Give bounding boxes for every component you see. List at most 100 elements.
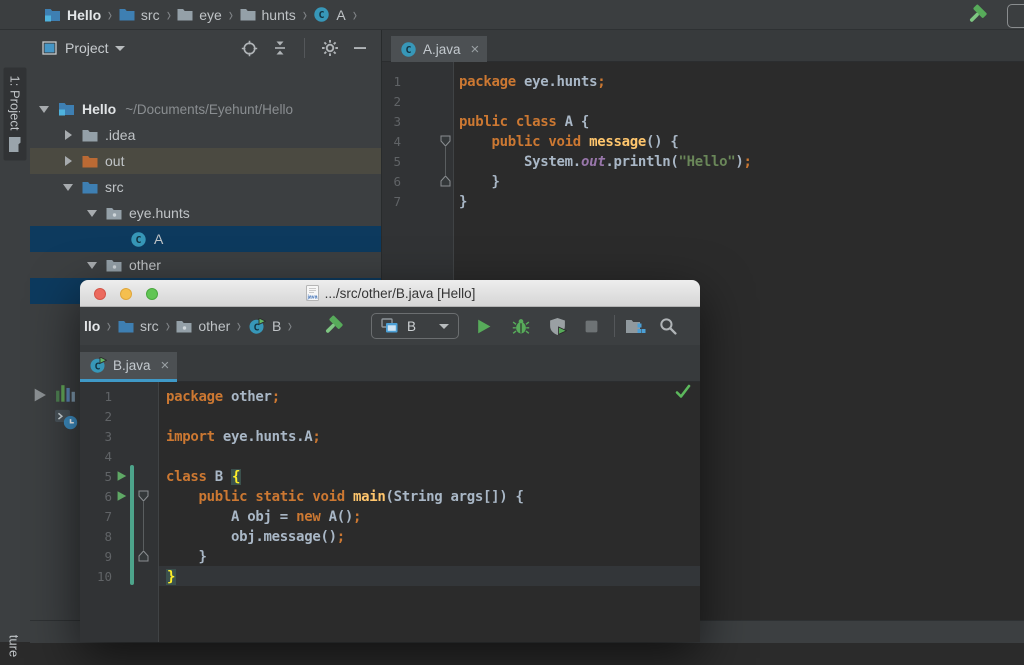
breadcrumb-item-eye[interactable]: eye: [177, 7, 222, 23]
code-line-9[interactable]: }: [166, 547, 207, 567]
fold-start-icon[interactable]: [440, 135, 451, 147]
line-number-2[interactable]: 2: [382, 94, 401, 109]
line-number-10[interactable]: 10: [80, 569, 112, 584]
build-hammer-icon[interactable]: [965, 3, 989, 27]
locate-icon[interactable]: [241, 40, 258, 57]
close-button[interactable]: [94, 288, 106, 300]
tree-row-out[interactable]: out: [30, 148, 381, 174]
project-panel-title[interactable]: Project: [65, 40, 109, 56]
profiler-bars-icon[interactable]: [55, 383, 77, 405]
editor-b-java[interactable]: 1 package other; 2 3 import eye.hunts.A; 4 5 cl…: [80, 382, 700, 642]
line-number-5[interactable]: 5: [80, 469, 112, 484]
run-gutter-icon[interactable]: [116, 490, 127, 502]
tree-row-eye-hunts[interactable]: eye.hunts: [30, 200, 381, 226]
tree-row-other[interactable]: other: [30, 252, 381, 278]
fold-end-icon[interactable]: [440, 175, 451, 187]
folder-blue-icon: [82, 181, 98, 194]
code-segment: public void: [492, 134, 581, 150]
hide-icon[interactable]: [353, 41, 367, 55]
settings-icon[interactable]: [321, 39, 339, 57]
fw-breadcrumb-item-src[interactable]: src: [118, 318, 159, 334]
code-segment: ;: [272, 389, 280, 405]
chevron-down-icon[interactable]: [115, 46, 125, 51]
tab-a-java[interactable]: C A.java ×: [391, 36, 487, 62]
stop-icon[interactable]: [584, 319, 599, 334]
breadcrumb-item-src[interactable]: src: [119, 7, 160, 23]
project-folder-icon: [58, 102, 75, 116]
tab-b-java[interactable]: C B.java ×: [80, 352, 177, 379]
code-segment: }: [459, 194, 467, 210]
collapse-arrow-icon[interactable]: [87, 262, 97, 269]
package-icon: [176, 320, 192, 333]
history-clock-icon[interactable]: [55, 407, 78, 430]
breadcrumb-label: src: [141, 7, 160, 23]
tool-window-button-project[interactable]: 1: Project: [4, 68, 27, 161]
tree-row-hello[interactable]: Hello~/Documents/Eyehunt/Hello: [30, 96, 381, 122]
expand-arrow-icon[interactable]: [65, 156, 72, 166]
code-line-8[interactable]: obj.message();: [166, 527, 345, 547]
fold-start-icon[interactable]: [138, 490, 149, 502]
fw-breadcrumb-item-llo[interactable]: llo: [84, 318, 100, 334]
line-number-8[interactable]: 8: [80, 529, 112, 544]
breadcrumb-item-hello[interactable]: Hello: [44, 7, 101, 23]
line-number-4[interactable]: 4: [382, 134, 401, 149]
zoom-button[interactable]: [146, 288, 158, 300]
tree-row--idea[interactable]: .idea: [30, 122, 381, 148]
line-number-3[interactable]: 3: [80, 429, 112, 444]
line-number-1[interactable]: 1: [80, 389, 112, 404]
line-number-3[interactable]: 3: [382, 114, 401, 129]
run-gutter-icon[interactable]: [116, 470, 127, 482]
code-line-5[interactable]: class B {: [166, 467, 241, 487]
code-line-3[interactable]: import eye.hunts.A;: [166, 427, 320, 447]
collapse-all-icon[interactable]: [272, 40, 288, 56]
collapse-arrow-icon[interactable]: [63, 184, 73, 191]
code-line-1[interactable]: package eye.hunts;: [459, 72, 605, 92]
fw-breadcrumb-item-other[interactable]: other: [176, 318, 230, 334]
tree-row-src[interactable]: src: [30, 174, 381, 200]
build-hammer-icon[interactable]: [321, 314, 345, 338]
code-line-7[interactable]: }: [459, 192, 467, 212]
line-number-1[interactable]: 1: [382, 74, 401, 89]
code-line-6[interactable]: }: [459, 172, 500, 192]
fw-breadcrumb-item-b[interactable]: CB: [248, 318, 281, 335]
collapse-arrow-icon[interactable]: [39, 106, 49, 113]
coverage-icon[interactable]: [548, 317, 567, 336]
line-number-6[interactable]: 6: [382, 174, 401, 189]
breadcrumb-item-hunts[interactable]: hunts: [240, 7, 296, 23]
code-line-6[interactable]: public static void main(String args[]) {: [166, 487, 524, 507]
search-icon[interactable]: [659, 317, 677, 335]
close-tab-icon[interactable]: ×: [161, 358, 170, 373]
play-gray-icon[interactable]: [32, 387, 47, 403]
code-line-5[interactable]: System.out.println("Hello");: [459, 152, 752, 172]
breadcrumb-item-a[interactable]: CA: [313, 6, 345, 23]
line-number-9[interactable]: 9: [80, 549, 112, 564]
code-line-1[interactable]: package other;: [166, 387, 280, 407]
tree-row-a[interactable]: CA: [30, 226, 381, 252]
debug-icon[interactable]: [512, 317, 530, 335]
tool-window-button-structure[interactable]: ture: [3, 627, 26, 665]
class-run-icon: C: [248, 318, 266, 335]
package-icon: [106, 207, 122, 220]
code-line-7[interactable]: A obj = new A();: [166, 507, 361, 527]
collapse-arrow-icon[interactable]: [87, 210, 97, 217]
fold-end-icon[interactable]: [138, 550, 149, 562]
line-number-4[interactable]: 4: [80, 449, 112, 464]
line-number-2[interactable]: 2: [80, 409, 112, 424]
line-number-7[interactable]: 7: [80, 509, 112, 524]
line-number-6[interactable]: 6: [80, 489, 112, 504]
line-number-7[interactable]: 7: [382, 194, 401, 209]
line-number-5[interactable]: 5: [382, 154, 401, 169]
cutoff-toolbar-widget[interactable]: [1007, 4, 1024, 28]
run-configuration-select[interactable]: B: [371, 313, 459, 339]
code-segment: B: [207, 469, 231, 485]
run-icon[interactable]: [475, 318, 492, 335]
window-titlebar[interactable]: java .../src/other/B.java [Hello]: [80, 280, 700, 307]
minimize-button[interactable]: [120, 288, 132, 300]
close-tab-icon[interactable]: ×: [471, 42, 480, 57]
code-line-4[interactable]: public void message() {: [459, 132, 679, 152]
structure-icon[interactable]: [625, 318, 646, 335]
code-line-3[interactable]: public class A {: [459, 112, 589, 132]
code-line-10[interactable]: }: [166, 567, 176, 587]
code-segment: [166, 489, 199, 505]
expand-arrow-icon[interactable]: [65, 130, 72, 140]
